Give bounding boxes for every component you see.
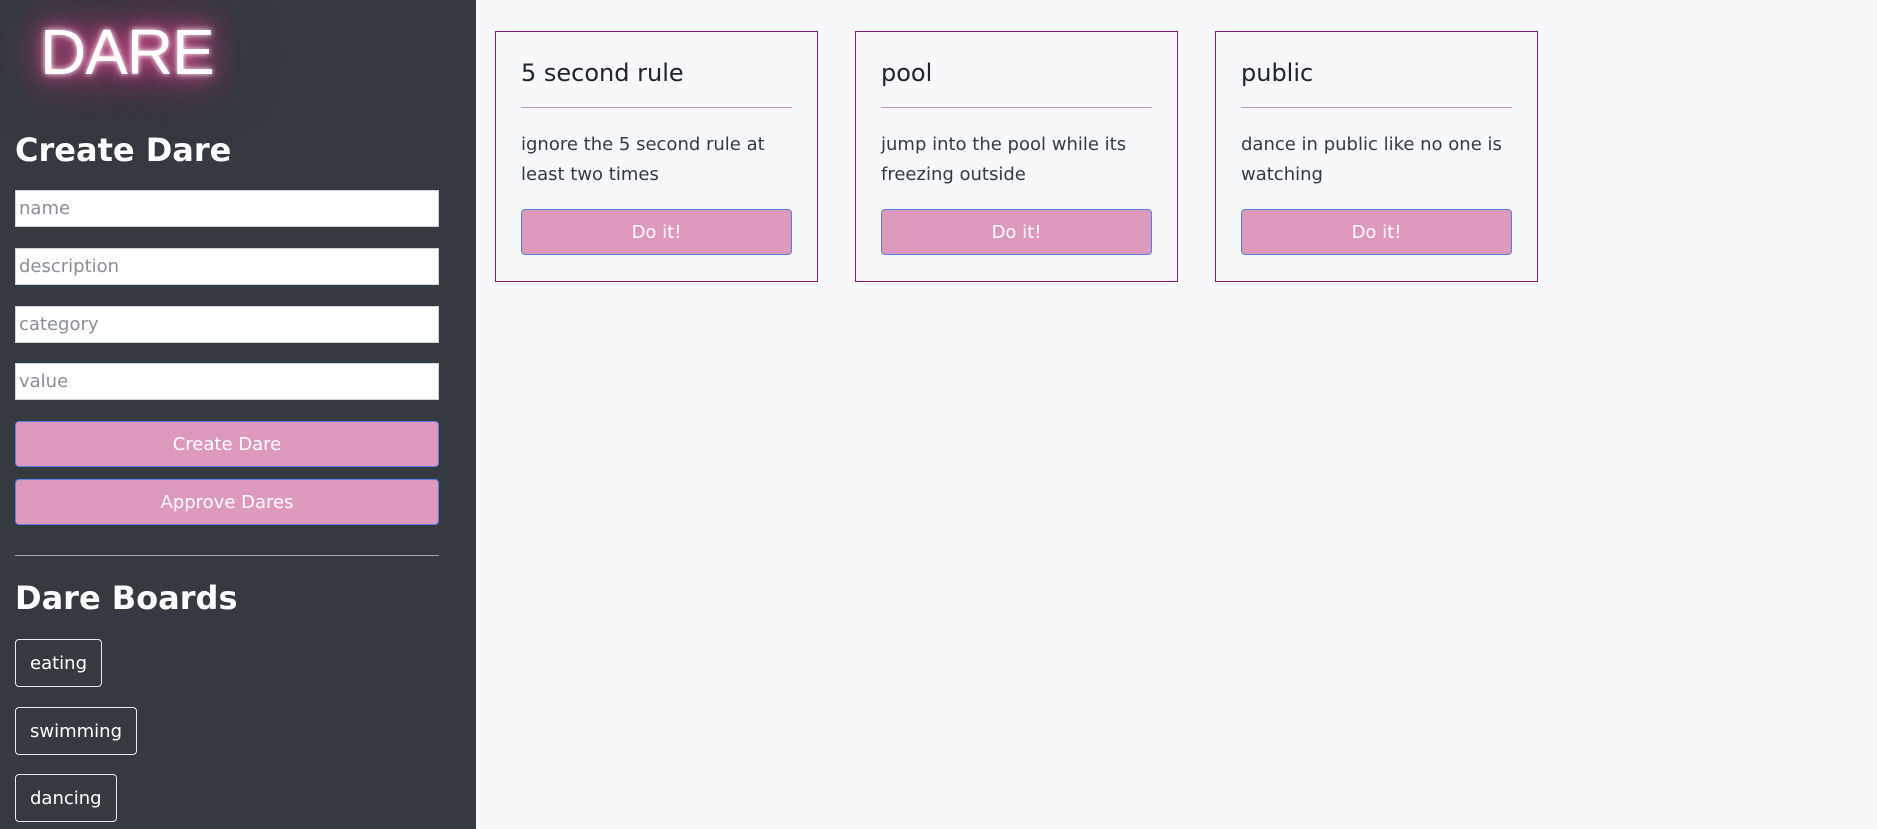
dare-logo: DARE — [40, 16, 215, 88]
dare-card-title: pool — [881, 59, 933, 87]
sidebar-divider — [15, 555, 439, 556]
approve-dares-button[interactable]: Approve Dares — [15, 479, 439, 525]
do-it-button[interactable]: Do it! — [881, 209, 1152, 255]
dare-card-description: jump into the pool while its freezing ou… — [881, 134, 1127, 185]
dare-description-input[interactable] — [15, 248, 439, 285]
dare-card-title: public — [1241, 59, 1314, 87]
create-dare-button[interactable]: Create Dare — [15, 421, 439, 467]
sidebar: DARE Create Dare Create Dare Approve Dar… — [0, 0, 476, 829]
dare-value-input[interactable] — [15, 363, 439, 400]
dare-card: 5 second rule ignore the 5 second rule a… — [495, 31, 818, 282]
board-button-eating[interactable]: eating — [15, 639, 102, 687]
dare-card-title: 5 second rule — [521, 59, 684, 87]
dare-card: pool jump into the pool while its freezi… — [855, 31, 1178, 282]
dare-boards-heading: Dare Boards — [15, 579, 238, 617]
app-root: DARE Create Dare Create Dare Approve Dar… — [0, 0, 1877, 829]
dare-card: public dance in public like no one is wa… — [1215, 31, 1538, 282]
board-button-dancing[interactable]: dancing — [15, 774, 117, 822]
dare-card-description: ignore the 5 second rule at least two ti… — [521, 134, 765, 185]
board-button-swimming[interactable]: swimming — [15, 707, 138, 755]
do-it-button[interactable]: Do it! — [1241, 209, 1512, 255]
create-dare-heading: Create Dare — [15, 131, 232, 169]
dare-category-input[interactable] — [15, 306, 439, 343]
dare-card-divider — [521, 107, 792, 108]
do-it-button[interactable]: Do it! — [521, 209, 792, 255]
dare-name-input[interactable] — [15, 190, 439, 227]
dare-card-description: dance in public like no one is watching — [1241, 134, 1502, 185]
dare-card-divider — [881, 107, 1152, 108]
dare-card-divider — [1241, 107, 1512, 108]
